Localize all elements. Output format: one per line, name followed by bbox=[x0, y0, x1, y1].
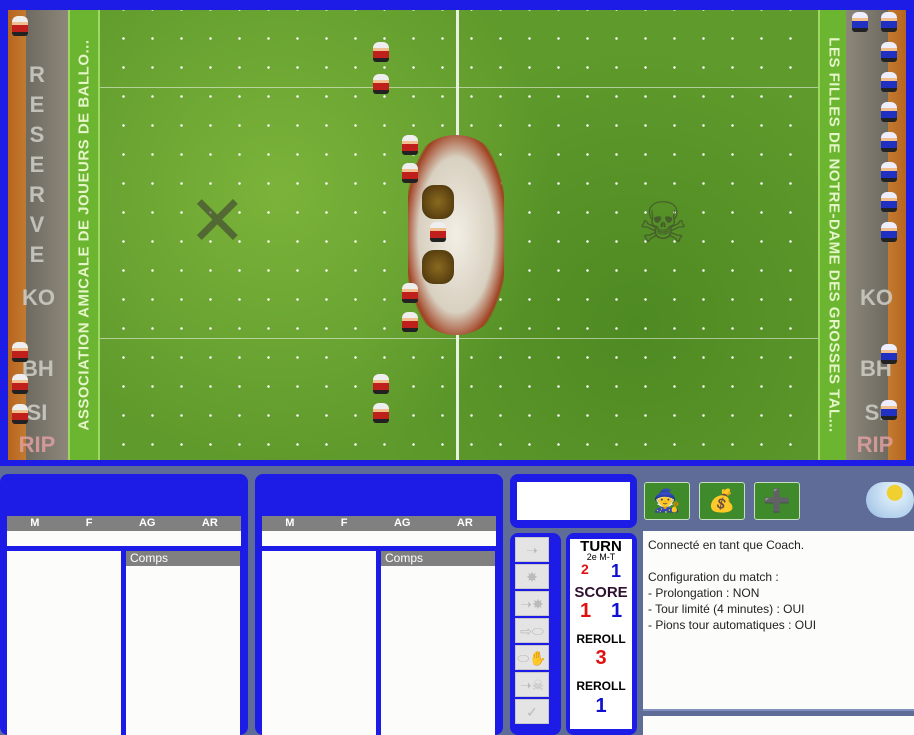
home-player-token[interactable] bbox=[422, 185, 454, 219]
home-player-panel: M F AG AR Comps bbox=[0, 474, 248, 735]
away-player-token[interactable] bbox=[881, 344, 897, 364]
away-player-token[interactable] bbox=[881, 192, 897, 212]
skills-box: Comps bbox=[126, 551, 240, 735]
away-player-token[interactable] bbox=[881, 162, 897, 182]
reroll-away: 1 bbox=[595, 695, 607, 717]
home-player-token[interactable] bbox=[373, 42, 389, 62]
away-player-token[interactable] bbox=[852, 12, 868, 32]
away-team-name: LES FILLES DE NOTRE-DAME DES GROSSES TAL… bbox=[825, 37, 843, 433]
comps-header: Comps bbox=[126, 551, 240, 566]
home-player-token[interactable] bbox=[422, 250, 454, 284]
referee-bribe-icon[interactable]: 💰 bbox=[699, 482, 745, 520]
player-info-box bbox=[7, 551, 121, 735]
ko-label: KO bbox=[22, 285, 55, 310]
message-log: Connecté en tant que Coach. Configuration… bbox=[643, 531, 914, 711]
away-logo-winged-skull-icon: ☠ bbox=[638, 191, 689, 254]
comps-header: Comps bbox=[381, 551, 495, 566]
weather-sunny-cloud-icon bbox=[866, 482, 914, 518]
score-away: 1 bbox=[610, 600, 623, 622]
pass-icon: ⇨⬭ bbox=[520, 623, 544, 639]
reroll-home: 3 bbox=[595, 647, 607, 669]
home-player-token[interactable] bbox=[402, 312, 418, 332]
stat-values bbox=[262, 531, 496, 546]
home-player-token[interactable] bbox=[12, 374, 28, 394]
center-skull-logo bbox=[408, 135, 504, 335]
away-player-token[interactable] bbox=[881, 132, 897, 152]
foul-button[interactable]: ➝☠ bbox=[515, 672, 549, 697]
home-player-token[interactable] bbox=[373, 403, 389, 423]
end-turn-check-icon: ✓ bbox=[526, 704, 538, 720]
action-panel: ➝ ✸ ➝✸ ⇨⬭ ⬭✋ ➝☠ ✓ bbox=[510, 533, 561, 735]
home-player-token[interactable] bbox=[12, 342, 28, 362]
home-player-token[interactable] bbox=[12, 404, 28, 424]
home-logo-cutlery-icon: ✕ bbox=[188, 182, 247, 260]
move-icon: ➝ bbox=[526, 542, 538, 558]
rip-label: RIP bbox=[18, 432, 56, 457]
reroll-away-label: REROLL bbox=[576, 679, 626, 693]
away-player-panel: M F AG AR Comps bbox=[255, 474, 503, 735]
pass-button[interactable]: ⇨⬭ bbox=[515, 618, 549, 643]
scoreboard: TURN 2e M-T 21 SCORE 11 REROLL 3 REROLL … bbox=[566, 533, 637, 735]
reserves-label: RESERVE bbox=[29, 62, 45, 267]
dice-panel bbox=[510, 474, 637, 528]
away-player-token[interactable] bbox=[881, 400, 897, 420]
end-turn-button[interactable]: ✓ bbox=[515, 699, 549, 724]
wizard-icon[interactable]: 🧙 bbox=[644, 482, 690, 520]
stat-header: M F AG AR bbox=[262, 516, 496, 531]
score-label: SCORE bbox=[574, 584, 628, 601]
chat-input[interactable] bbox=[643, 716, 914, 735]
home-player-token[interactable] bbox=[430, 222, 446, 242]
block-icon: ✸ bbox=[526, 569, 538, 585]
game-banner: 🧙 💰 ➕ bbox=[642, 476, 914, 522]
blitz-icon: ➝✸ bbox=[520, 596, 544, 612]
ko-label: KO bbox=[860, 285, 893, 310]
turn-away: 1 bbox=[610, 561, 621, 581]
home-player-token[interactable] bbox=[402, 163, 418, 183]
dice-display bbox=[517, 482, 630, 520]
away-dugout: KO BH SI RIP bbox=[846, 10, 906, 460]
away-player-token[interactable] bbox=[881, 222, 897, 242]
foul-icon: ➝☠ bbox=[519, 677, 545, 693]
block-button[interactable]: ✸ bbox=[515, 564, 549, 589]
home-player-token[interactable] bbox=[402, 283, 418, 303]
pitch[interactable]: RESERVE KO BH SI RIP ASSOCIATION AMICALE… bbox=[8, 10, 906, 460]
home-team-name: ASSOCIATION AMICALE DE JOUEURS DE BALLO.… bbox=[75, 39, 93, 431]
away-player-token[interactable] bbox=[881, 102, 897, 122]
skills-box: Comps bbox=[381, 551, 495, 735]
stat-values bbox=[7, 531, 241, 546]
home-player-token[interactable] bbox=[12, 16, 28, 36]
home-player-token[interactable] bbox=[402, 135, 418, 155]
apothecary-icon[interactable]: ➕ bbox=[754, 482, 800, 520]
reroll-home-label: REROLL bbox=[576, 632, 626, 646]
turn-home: 2 bbox=[581, 561, 589, 577]
away-player-token[interactable] bbox=[881, 12, 897, 32]
move-button[interactable]: ➝ bbox=[515, 537, 549, 562]
home-player-token[interactable] bbox=[373, 74, 389, 94]
handoff-icon: ⬭✋ bbox=[517, 650, 547, 666]
rip-label: RIP bbox=[856, 432, 894, 457]
blitz-button[interactable]: ➝✸ bbox=[515, 591, 549, 616]
player-info-box bbox=[262, 551, 376, 735]
stat-header: M F AG AR bbox=[7, 516, 241, 531]
away-player-token[interactable] bbox=[881, 72, 897, 92]
home-team-name-strip: ASSOCIATION AMICALE DE JOUEURS DE BALLO.… bbox=[68, 10, 100, 460]
score-home: 1 bbox=[579, 600, 592, 622]
home-player-token[interactable] bbox=[373, 374, 389, 394]
away-player-token[interactable] bbox=[881, 42, 897, 62]
handoff-button[interactable]: ⬭✋ bbox=[515, 645, 549, 670]
